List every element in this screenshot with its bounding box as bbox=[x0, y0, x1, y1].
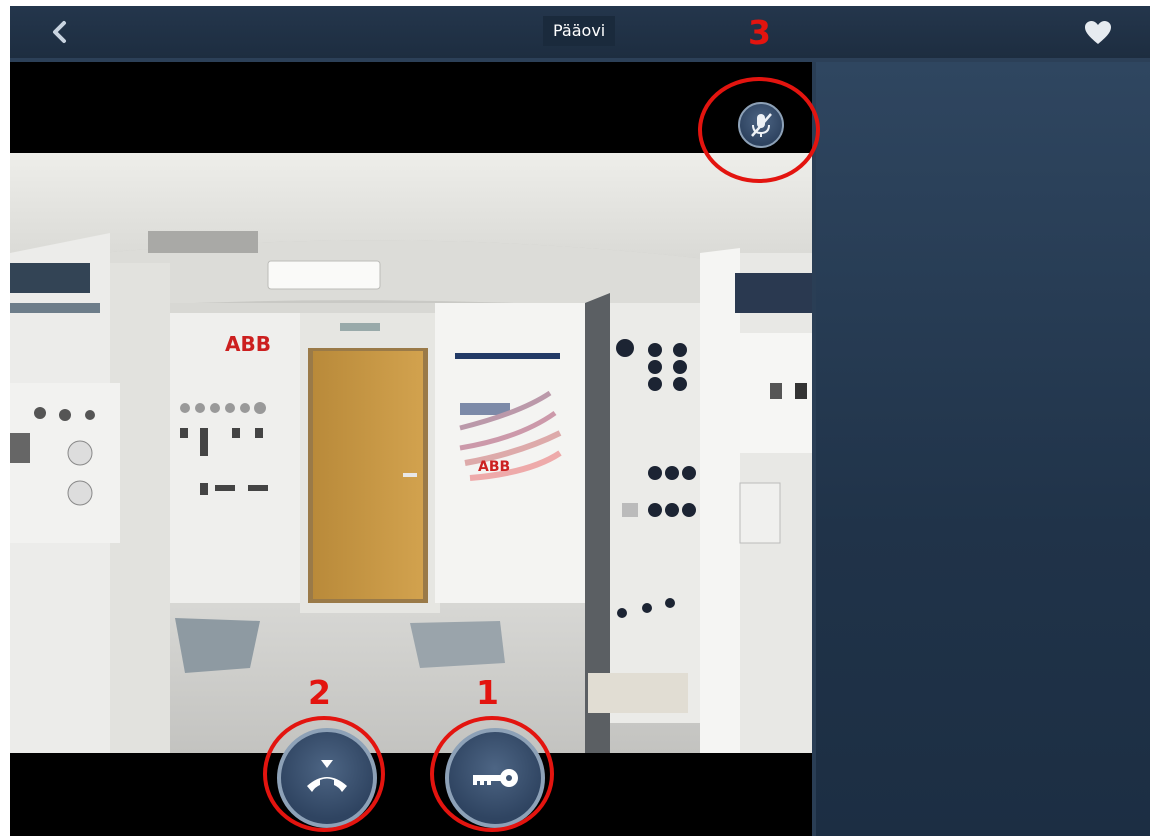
back-icon[interactable] bbox=[46, 18, 74, 46]
side-panel bbox=[812, 62, 1150, 836]
annotation-ring-mute bbox=[698, 77, 820, 183]
annotation-number-1: 1 bbox=[476, 673, 499, 712]
page-title: Pääovi bbox=[543, 16, 616, 46]
top-bar: Pääovi bbox=[10, 6, 1150, 62]
camera-image: ABB ABB bbox=[10, 153, 812, 753]
abb-logo: ABB bbox=[225, 332, 271, 356]
camera-feed: ABB ABB bbox=[10, 153, 812, 753]
heart-icon[interactable] bbox=[1084, 20, 1112, 46]
door-entry-app: Pääovi ABB ABB 3 2 1 bbox=[10, 6, 1150, 836]
annotation-number-3: 3 bbox=[748, 13, 771, 52]
svg-text:ABB: ABB bbox=[478, 459, 510, 475]
annotation-ring-unlock bbox=[430, 716, 554, 832]
annotation-ring-hangup bbox=[263, 716, 385, 832]
annotation-number-2: 2 bbox=[308, 673, 331, 712]
video-area: ABB ABB bbox=[10, 62, 812, 836]
